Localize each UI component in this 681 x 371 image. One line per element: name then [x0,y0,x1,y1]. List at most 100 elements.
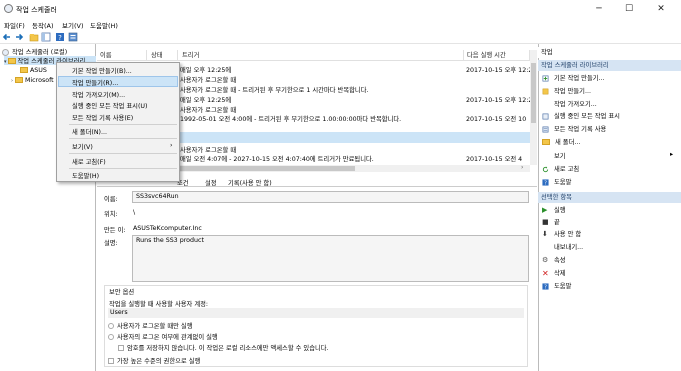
action-label: 새 폴더... [555,139,581,146]
submenu-arrow-icon: › [170,142,173,149]
author-value: ASUSTeKcomputer.Inc [133,225,202,232]
option-highest-privileges[interactable]: 가장 높은 수준의 권한으로 실행 [108,356,200,365]
tree-item-asus[interactable]: ASUS [20,67,47,74]
close-button[interactable]: ✕ [648,2,674,16]
maximize-button[interactable]: ☐ [616,2,642,16]
action-refresh[interactable]: 새로 고침 [542,164,579,173]
task-row-trigger[interactable]: 사용자가 로그온할 때 - 트리거된 후 무기한으로 1 시간마다 반복합니다. [180,85,369,94]
action-new-folder[interactable]: 새 폴더... [542,137,580,146]
selected-item-header[interactable]: 선택한 항목 [538,192,681,203]
context-show-running[interactable]: 실행 중인 모든 작업 표시(U) [72,101,147,110]
task-row-trigger[interactable]: 사용자가 로그온할 때 [180,75,236,84]
context-refresh[interactable]: 새로 고침(F) [72,157,106,166]
name-field[interactable]: SS3svc64Run [132,191,529,203]
back-arrow-icon[interactable] [2,32,12,42]
option-do-not-store-password[interactable]: 암호를 저장하지 않습니다. 이 작업은 로컬 리소스에만 액세스할 수 있습니… [118,343,329,352]
column-name[interactable]: 이름 [97,50,147,61]
svg-text:?: ? [58,34,62,42]
minimize-button[interactable]: ─ [586,2,612,16]
action-create-basic-task[interactable]: 기본 작업 만들기... [542,73,605,82]
action-view[interactable]: 보기 [554,151,566,160]
action-import-task[interactable]: 작업 가져오기... [554,99,597,108]
action-export[interactable]: 내보내기... [554,242,583,251]
menu-file[interactable]: 파일(F) [4,20,25,30]
task-row-trigger[interactable]: 매일 오후 12:25에 [180,65,231,74]
folder-icon [15,77,23,83]
action-label: 끝 [554,219,560,226]
running-tasks-icon [542,113,549,119]
action-run[interactable]: ▶ 실행 [542,205,566,214]
option-logged-on-or-not[interactable]: 사용자의 로그온 여부에 관계없이 실행 [108,332,218,341]
column-trigger[interactable]: 트리거 [179,50,464,61]
tree-asus-label: ASUS [30,67,47,74]
vertical-scrollbar[interactable] [530,50,537,165]
submenu-arrow-icon: ▸ [670,151,674,158]
tree-item-microsoft[interactable]: › Microsoft [11,77,54,84]
tab-history[interactable]: 기록(사용 안 함) [228,178,272,187]
task-row-trigger[interactable]: 매일 오후 12:25에 [180,95,231,104]
context-enable-history[interactable]: 모든 작업 기록 사용(E) [72,113,133,122]
task-row-trigger[interactable]: 1992-05-01 오전 4:00에 - 트리거된 후 무기한으로 1.00:… [180,114,401,123]
menu-separator [69,168,177,169]
folder-icon [7,58,16,64]
up-folder-icon[interactable] [29,32,39,42]
option-label: 가장 높은 수준의 권한으로 실행 [117,358,201,365]
context-create-basic-task[interactable]: 기본 작업 만들기(B)... [72,66,132,75]
action-end[interactable]: ■ 끝 [542,217,560,226]
action-create-task[interactable]: 작업 만들기... [542,86,591,95]
tab-settings[interactable]: 설정 [205,178,217,187]
help-icon: ? [542,282,549,290]
action-show-running[interactable]: 실행 중인 모든 작업 표시 [542,111,620,120]
task-row-next: 2017-10-15 오후 12:2 [466,97,533,104]
description-field[interactable]: Runs the SS3 product [132,235,529,282]
menu-separator [69,153,177,154]
scroll-right-icon[interactable]: › [521,164,523,171]
history-icon [542,126,549,132]
menu-help[interactable]: 도움말(H) [90,20,118,30]
clock-icon [2,48,9,56]
account-field[interactable]: Users [108,308,524,318]
context-import-task[interactable]: 작업 가져오기(M)... [72,90,125,99]
task-row-trigger[interactable]: 사용자가 로그온할 때 [180,105,236,114]
context-new-folder[interactable]: 새 폴더(N)... [72,127,107,136]
radio-button[interactable] [108,323,114,329]
checkbox[interactable] [108,358,114,364]
play-icon: ▶ [542,205,548,214]
action-label: 삭제 [554,270,566,277]
actions-header: 작업 [538,47,681,58]
refresh-icon [542,165,549,172]
action-delete[interactable]: ✕ 삭제 [542,268,566,277]
menu-action[interactable]: 동작(A) [32,20,53,30]
action-properties[interactable]: ⚙ 속성 [542,255,566,264]
action-label: 사용 안 함 [554,231,582,238]
action-disable[interactable]: ⬇ 사용 안 함 [542,229,581,238]
checkbox[interactable] [118,345,124,351]
library-actions-header[interactable]: 작업 스케줄러 라이브러리 [538,60,681,71]
location-label: 위치: [104,211,118,218]
context-view[interactable]: 보기(V) [72,142,93,151]
tree-microsoft-label: Microsoft [25,77,54,84]
forward-arrow-icon[interactable] [14,32,24,42]
action-help-selected[interactable]: ? 도움말 [542,281,571,290]
location-value: \ [133,209,136,216]
task-row-trigger[interactable]: 매일 오전 4:07에 - 2027-10-15 오전 4:07:40에 트리거… [180,154,374,163]
menu-view[interactable]: 보기(V) [62,20,83,30]
tree-item-root[interactable]: 작업 스케줄러 (로컬) [2,47,67,56]
show-hide-tree-icon[interactable] [41,32,51,42]
column-status[interactable]: 상태 [148,50,178,61]
stop-icon: ■ [542,217,549,226]
task-row-trigger[interactable]: 사용자가 로그온할 때 [180,145,236,154]
radio-button[interactable] [108,334,114,340]
column-next-run[interactable]: 다음 실행 시간 [464,50,530,61]
action-help[interactable]: ? 도움말 [542,177,571,186]
disable-arrow-icon: ⬇ [542,229,548,238]
action-enable-history[interactable]: 모든 작업 기록 사용 [542,124,606,133]
context-help[interactable]: 도움말(H) [72,171,99,180]
name-label: 이름: [104,196,118,203]
properties-icon[interactable] [68,32,78,42]
action-label: 실행 [554,207,566,214]
context-create-task[interactable]: 작업 만들기(R)... [72,78,118,87]
help-icon[interactable]: ? [55,32,65,42]
option-label: 사용자의 로그온 여부에 관계없이 실행 [117,334,218,341]
option-logged-on-only[interactable]: 사용자가 로그온할 때만 실행 [108,321,193,330]
